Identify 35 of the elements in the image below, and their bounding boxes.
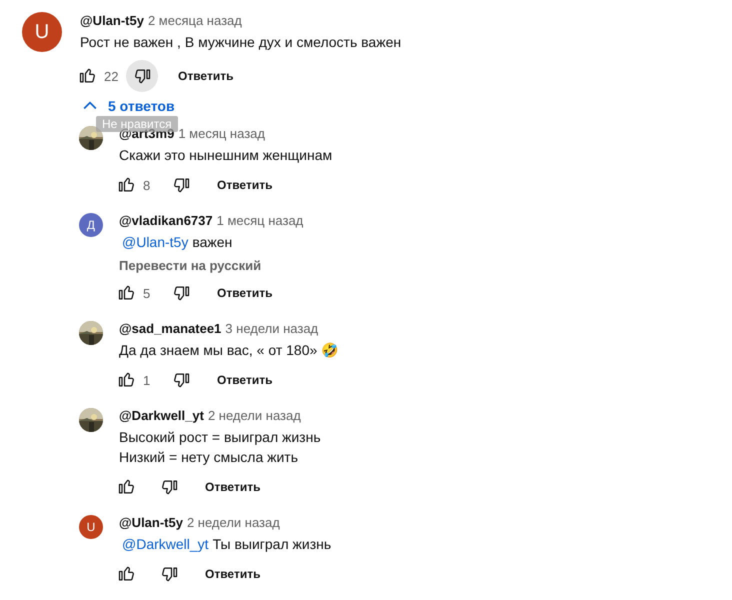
comment-time[interactable]: 1 месяц назад [216,213,304,228]
comment-text: Скажи это нынешним женщинам [119,147,332,163]
comment-text: Высокий рост = выиграл жизнь [119,429,321,445]
avatar[interactable]: U [79,515,103,539]
mention-link[interactable]: @Darkwell_yt [119,536,209,552]
reply-button[interactable]: Ответить [205,277,284,309]
author-name[interactable]: @Ulan-t5y [119,515,183,530]
mention-link[interactable]: @Ulan-t5y [119,234,188,250]
comment-time[interactable]: 2 недели назад [186,515,280,530]
like-count: 8 [143,178,152,192]
like-count: 22 [104,68,120,84]
avatar[interactable]: Д [79,213,103,237]
comment-time[interactable]: 2 месяца назад [148,13,242,28]
comment-time[interactable]: 2 недели назад [208,408,301,423]
author-name[interactable]: @sad_manatee1 [119,321,222,336]
comment-text: важен [192,234,232,250]
like-count: 1 [143,372,152,388]
like-count: 5 [143,286,152,300]
author-name[interactable]: @Darkwell_yt [119,408,204,423]
reply-button[interactable]: Ответить [193,471,272,503]
comment-time[interactable]: 3 недели назад [225,321,318,336]
comment-text: Ты выиграл жизнь [212,536,332,552]
translate-link[interactable]: Перевести на русский [119,258,304,273]
dislike-button[interactable] [126,60,158,92]
avatar[interactable]: U [22,12,62,52]
reply-button[interactable]: Ответить [193,558,272,590]
reply-button[interactable]: Ответить [166,60,246,92]
author-name[interactable]: @Ulan-t5y [80,13,144,28]
comment-text: Низкий = нету смысла жить [119,449,298,465]
comment-text: Да да знаем мы вас, « от 180» 🤣 [119,342,338,358]
reply-button[interactable]: Ответить [205,169,284,201]
comment-time[interactable]: 1 месяц назад [178,126,265,141]
author-name[interactable]: @vladikan6737 [119,213,213,228]
comment-text: Рост не важен , В мужчине дух и смелость важен [80,34,402,50]
reply-button[interactable]: Ответить [205,364,284,396]
